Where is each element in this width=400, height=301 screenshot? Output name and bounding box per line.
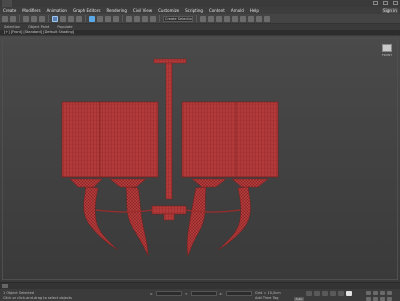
- y-coordinate-field[interactable]: [190, 291, 217, 296]
- selection-region-icon[interactable]: [68, 15, 74, 22]
- menu-civil-view[interactable]: Civil View: [130, 7, 155, 14]
- close-icon[interactable]: [393, 1, 398, 5]
- menu-modifiers[interactable]: Modifiers: [19, 7, 43, 14]
- curve-editor-icon[interactable]: [224, 15, 230, 22]
- toolbar-divider: [19, 15, 20, 22]
- menu-animation[interactable]: Animation: [44, 7, 70, 14]
- select-object-icon[interactable]: [52, 15, 58, 22]
- render-frame-icon[interactable]: [256, 15, 262, 22]
- minimize-icon[interactable]: [373, 1, 378, 5]
- go-to-end-icon[interactable]: [338, 291, 344, 296]
- time-slider-thumb[interactable]: [2, 284, 8, 288]
- menu-help[interactable]: Help: [247, 7, 262, 14]
- toolbar-divider: [85, 15, 86, 22]
- prompt-line: Click or click-and-drag to select object…: [3, 296, 72, 300]
- maximize-icon[interactable]: [383, 1, 388, 5]
- move-icon[interactable]: [89, 15, 95, 22]
- go-to-start-icon[interactable]: [306, 291, 312, 296]
- toolbar-divider: [122, 15, 123, 22]
- menu-arnold[interactable]: Arnold: [228, 7, 247, 14]
- menu-bar: Create Modifiers Animation Graph Editors…: [0, 7, 400, 14]
- menu-customize[interactable]: Customize: [155, 7, 182, 14]
- time-slider[interactable]: [0, 283, 400, 289]
- schematic-view-icon[interactable]: [232, 15, 238, 22]
- menu-rendering[interactable]: Rendering: [103, 7, 129, 14]
- y-label: Y:: [185, 291, 188, 296]
- lamp-shade[interactable]: [99, 101, 159, 178]
- menu-graph-editors[interactable]: Graph Editors: [70, 7, 103, 14]
- zoom-icon[interactable]: [366, 291, 371, 295]
- toolbar-divider: [196, 15, 197, 22]
- unlink-icon[interactable]: [31, 15, 37, 22]
- render-setup-icon[interactable]: [248, 15, 254, 22]
- pan-icon[interactable]: [373, 297, 378, 301]
- bind-space-warp-icon[interactable]: [39, 15, 45, 22]
- chandelier-model[interactable]: [0, 36, 400, 282]
- sign-in-button[interactable]: Sign in: [382, 8, 398, 13]
- playback-controls: [306, 291, 352, 296]
- mirror-icon[interactable]: [200, 15, 206, 22]
- zoom-extents-icon[interactable]: [380, 291, 385, 295]
- play-icon[interactable]: [322, 291, 328, 296]
- toolbar-divider: [159, 15, 160, 22]
- auto-key-button[interactable]: Auto: [294, 297, 304, 301]
- scale-icon[interactable]: [105, 15, 111, 22]
- next-frame-icon[interactable]: [330, 291, 336, 296]
- lamp-shade[interactable]: [181, 101, 241, 178]
- spinner-snap-icon[interactable]: [150, 15, 156, 22]
- previous-frame-icon[interactable]: [314, 291, 320, 296]
- zoom-all-icon[interactable]: [373, 291, 378, 295]
- z-coordinate-field[interactable]: [225, 291, 252, 296]
- orbit-icon[interactable]: [380, 297, 385, 301]
- field-of-view-icon[interactable]: [366, 297, 371, 301]
- viewport-label[interactable]: [+] [Front] [Standard] [Default Shading]: [4, 30, 74, 35]
- app-logo-icon: [2, 0, 12, 7]
- x-label: X:: [150, 291, 154, 296]
- render-icon[interactable]: [264, 15, 270, 22]
- window-controls: [373, 1, 398, 5]
- menu-create[interactable]: Create: [0, 7, 19, 14]
- align-icon[interactable]: [208, 15, 214, 22]
- link-icon[interactable]: [23, 15, 29, 22]
- toolbar-divider: [48, 15, 49, 22]
- material-editor-icon[interactable]: [240, 15, 246, 22]
- coordinate-display: X: Y: Z:: [150, 291, 252, 296]
- layer-explorer-icon[interactable]: [216, 15, 222, 22]
- center-hub[interactable]: [95, 205, 241, 221]
- status-bar: 1 Object Selected Click or click-and-dra…: [0, 282, 400, 301]
- title-bar: [0, 0, 400, 7]
- menu-scripting[interactable]: Scripting: [182, 7, 206, 14]
- redo-icon[interactable]: [10, 15, 16, 22]
- lamp-shade[interactable]: [235, 101, 279, 178]
- z-label: Z:: [219, 291, 223, 296]
- set-key-icon[interactable]: [346, 291, 352, 296]
- x-coordinate-field[interactable]: [156, 291, 183, 296]
- maximize-viewport-icon[interactable]: [387, 297, 392, 301]
- percent-snap-icon[interactable]: [142, 15, 148, 22]
- undo-icon[interactable]: [2, 15, 8, 22]
- selection-set-dropdown[interactable]: Create Selection Set: [163, 15, 193, 22]
- snap-icon[interactable]: [126, 15, 132, 22]
- window-crossing-icon[interactable]: [76, 15, 82, 22]
- add-time-tag[interactable]: Add Time Tag: [255, 296, 279, 301]
- place-icon[interactable]: [113, 15, 119, 22]
- select-by-name-icon[interactable]: [60, 15, 66, 22]
- main-toolbar: Create Selection Set: [0, 14, 400, 24]
- zoom-extents-all-icon[interactable]: [387, 291, 392, 295]
- ceiling-canopy[interactable]: [153, 58, 187, 200]
- angle-snap-icon[interactable]: [134, 15, 140, 22]
- rotate-icon[interactable]: [97, 15, 103, 22]
- menu-content[interactable]: Content: [206, 7, 228, 14]
- viewport[interactable]: FRONT: [0, 36, 400, 282]
